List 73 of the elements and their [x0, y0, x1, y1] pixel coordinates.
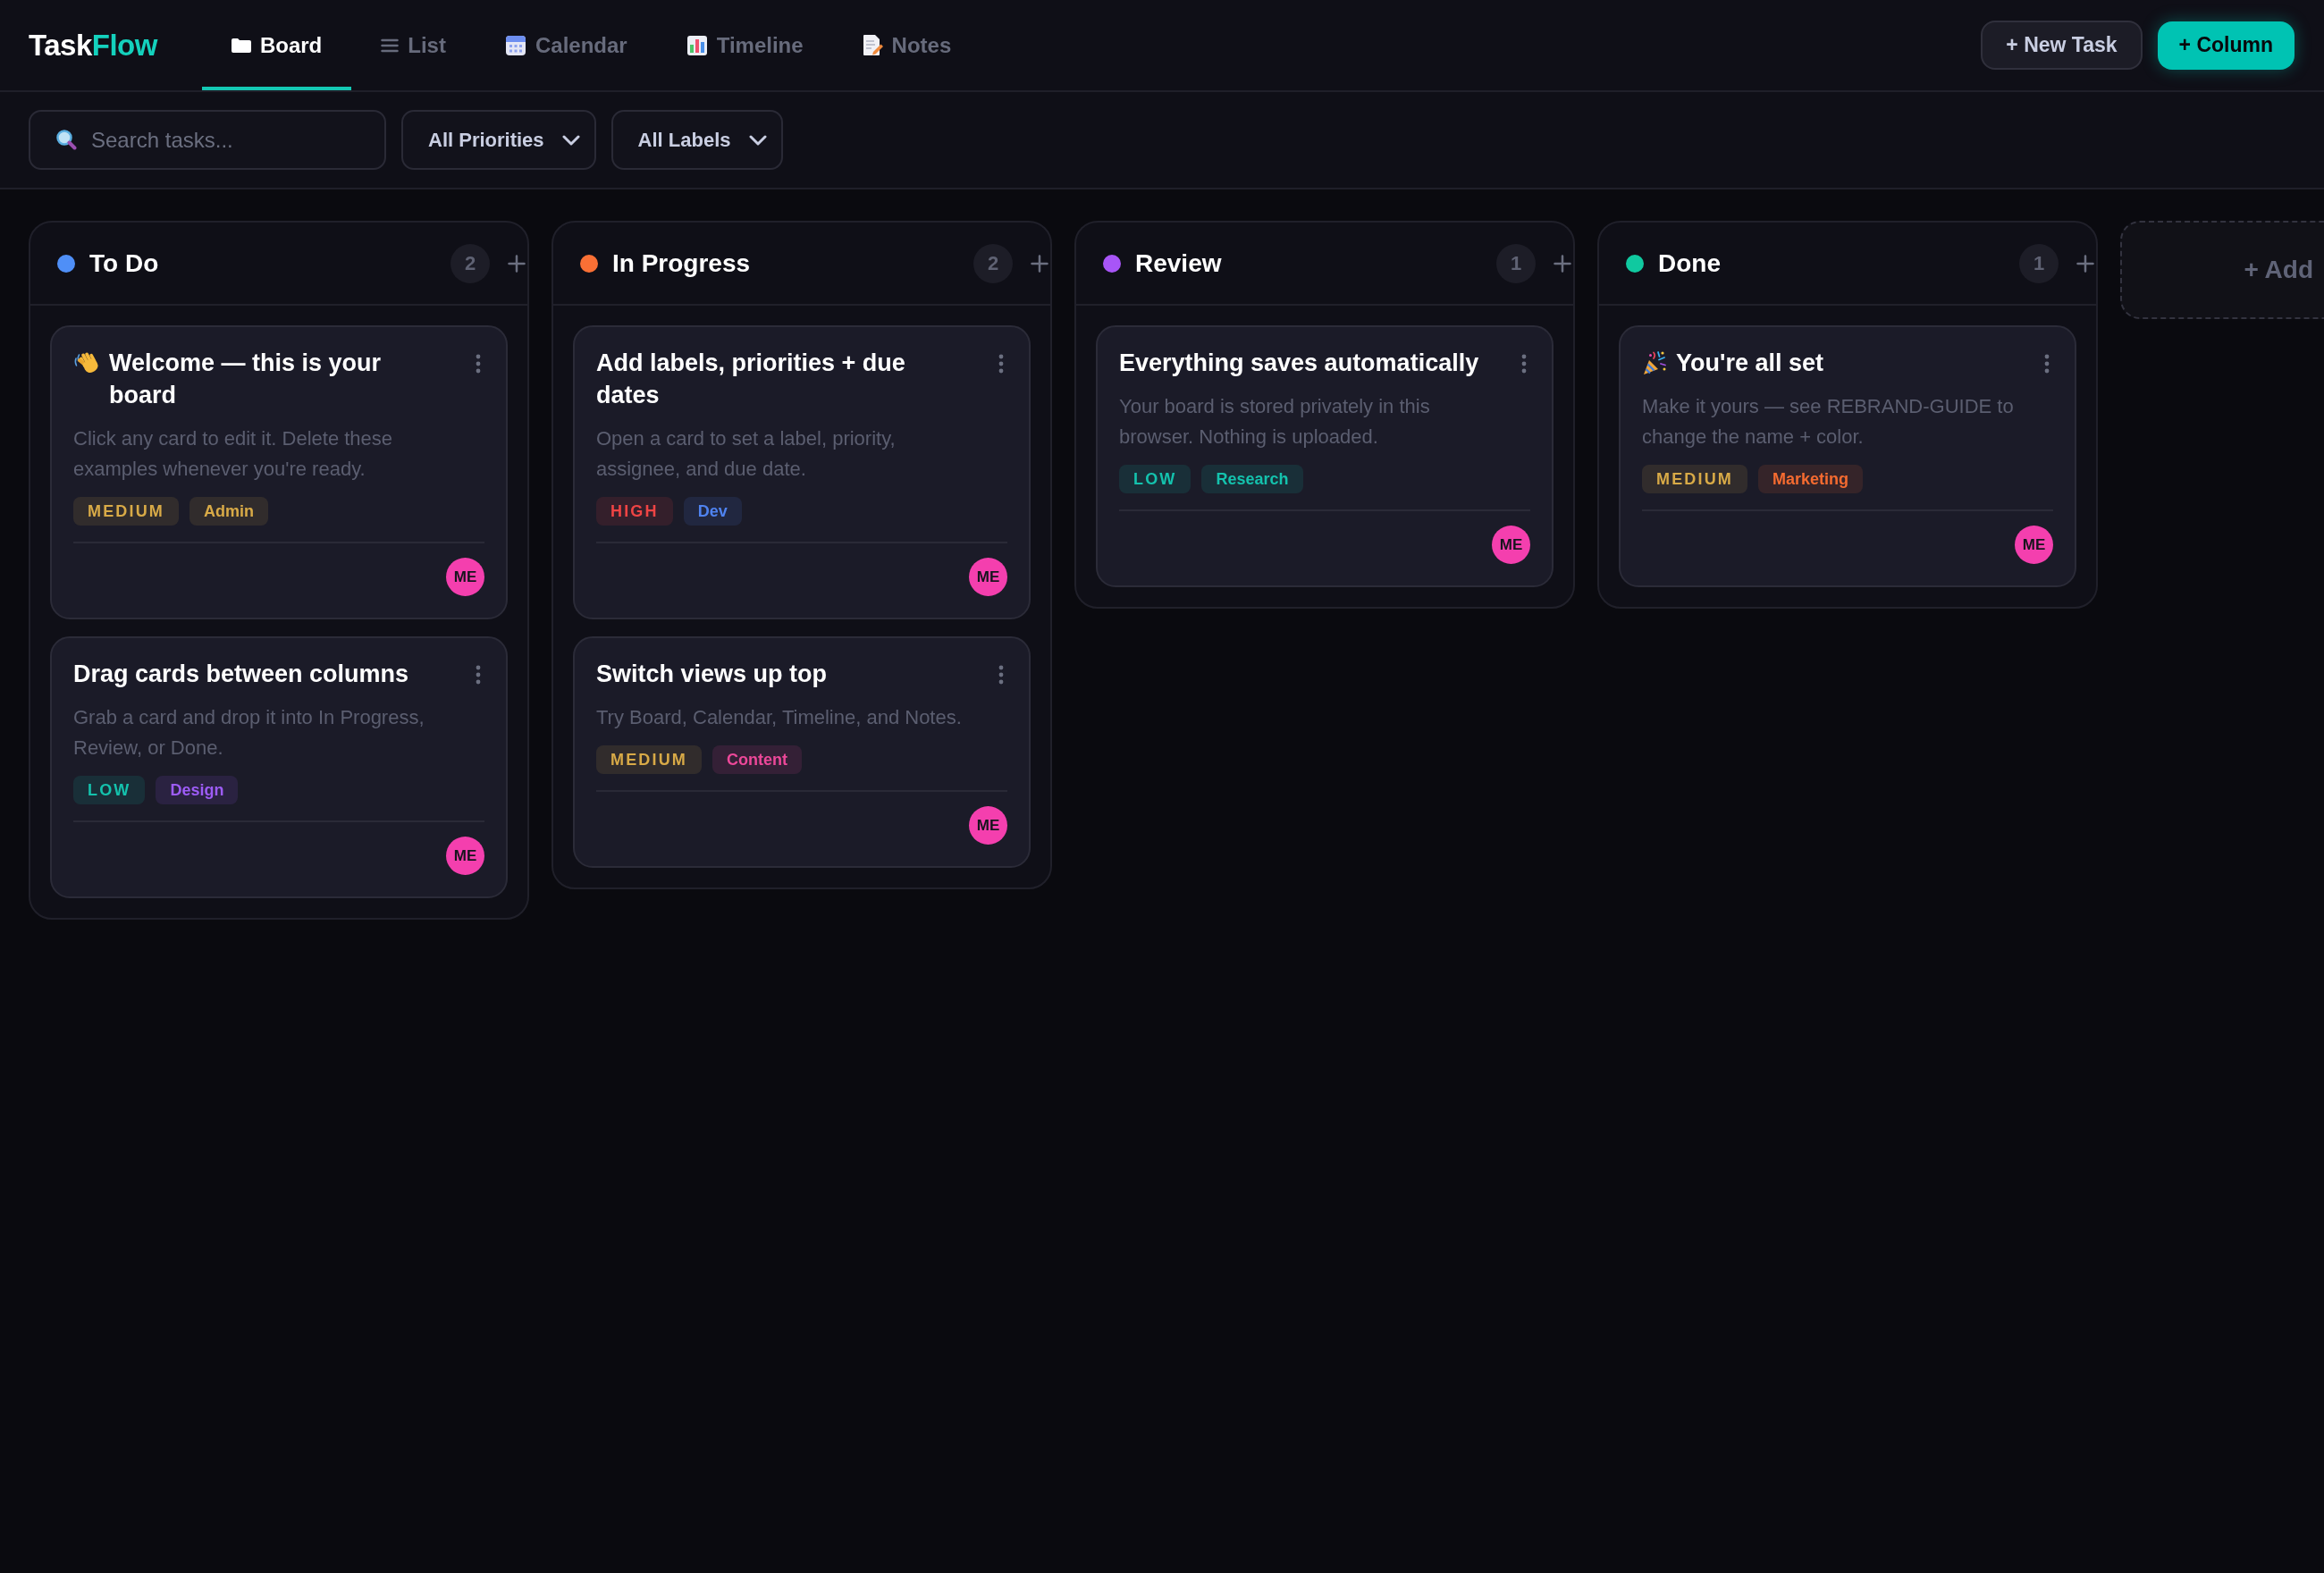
- plus-icon[interactable]: [508, 254, 526, 273]
- label-tag: Research: [1201, 465, 1303, 493]
- priority-tag: MEDIUM: [73, 497, 179, 526]
- more-options-icon[interactable]: [2044, 354, 2050, 374]
- calendar-icon: [504, 34, 526, 56]
- label-tag: Content: [712, 745, 802, 774]
- folder-icon: [231, 37, 251, 54]
- column-title: In Progress: [612, 248, 751, 279]
- card-description: Open a card to set a label, priority, assignee, and due date.: [596, 426, 897, 482]
- assignee-avatar: ME: [2015, 526, 2053, 564]
- list-icon: [381, 38, 400, 53]
- more-options-icon[interactable]: [476, 665, 481, 685]
- card-title: Add labels, priorities + due dates: [596, 349, 906, 410]
- card-title: Switch views up top: [596, 660, 828, 689]
- card-description: Make it yours — see REBRAND-GUIDE to change the name + color.: [1642, 394, 2015, 450]
- add-column-header-button[interactable]: + Column: [2157, 21, 2295, 70]
- card-title: Everything saves automatically: [1119, 349, 1479, 378]
- bar-chart-icon: [686, 34, 708, 56]
- more-options-icon[interactable]: [1521, 354, 1527, 374]
- search-icon: [55, 129, 77, 150]
- card-title: You're all set: [1676, 349, 1823, 378]
- label-tag: Dev: [683, 497, 742, 526]
- view-tab[interactable]: List: [351, 0, 476, 90]
- search-field[interactable]: Search tasks...: [29, 110, 386, 170]
- task-card[interactable]: Switch views up top Try Board, Calendar, Timeline, and Notes. MEDIUM Content ME: [573, 636, 1031, 868]
- label-tag: Admin: [189, 497, 268, 526]
- priority-tag: MEDIUM: [1642, 465, 1747, 493]
- assignee-avatar: ME: [969, 558, 1007, 596]
- task-card[interactable]: Drag cards between columns Grab a card and drop it into In Progress, Review, or Done. LOW Design ME: [50, 636, 508, 898]
- card-description: Your board is stored privately in this browser. Nothing is uploaded.: [1119, 394, 1431, 450]
- card-count: 1: [1496, 243, 1536, 283]
- view-tab[interactable]: Notes: [832, 0, 981, 90]
- filter-dropdown[interactable]: All Priorities: [401, 110, 596, 170]
- priority-tag: MEDIUM: [596, 745, 702, 774]
- plus-icon[interactable]: [1031, 254, 1048, 273]
- plus-icon[interactable]: [2076, 254, 2094, 273]
- priority-tag: LOW: [73, 776, 146, 804]
- app-logo: TaskFlow: [29, 27, 157, 63]
- chevron-down-icon: [561, 134, 580, 146]
- label-tag: Marketing: [1757, 465, 1863, 493]
- label-tag: Design: [156, 776, 239, 804]
- more-options-icon[interactable]: [476, 354, 481, 374]
- plus-icon[interactable]: [1554, 254, 1571, 273]
- more-options-icon[interactable]: [998, 354, 1004, 374]
- more-options-icon[interactable]: [998, 665, 1004, 685]
- card-description: Try Board, Calendar, Timeline, and Notes.: [596, 705, 963, 730]
- task-card[interactable]: Welcome — this is your board Click any card to edit it. Delete these examples whenever you're ready. MEDIUM Admin ME: [50, 325, 508, 619]
- column-title: Done: [1658, 248, 1721, 279]
- card-count: 2: [450, 243, 490, 283]
- assignee-avatar: ME: [1492, 526, 1530, 564]
- column-title: Review: [1135, 248, 1222, 279]
- priority-tag: LOW: [1119, 465, 1191, 493]
- task-card[interactable]: Everything saves automatically Your board is stored privately in this browser. Nothing is uploaded. LOW Research ME: [1096, 325, 1554, 587]
- party-popper-icon: [1642, 350, 1667, 375]
- assignee-avatar: ME: [969, 806, 1007, 845]
- new-task-button[interactable]: + New Task: [1981, 21, 2143, 70]
- card-title: Welcome — this is your board: [109, 349, 383, 410]
- priority-tag: HIGH: [596, 497, 673, 526]
- card-count: 1: [2019, 243, 2059, 283]
- task-card[interactable]: Add labels, priorities + due dates Open a card to set a label, priority, assignee, and due date. HIGH Dev ME: [573, 325, 1031, 619]
- card-count: 2: [973, 243, 1013, 283]
- view-tab[interactable]: Calendar: [475, 0, 657, 90]
- view-tab[interactable]: Timeline: [656, 0, 833, 90]
- card-description: Grab a card and drop it into In Progress, Review, or Done.: [73, 705, 425, 761]
- column-title: To Do: [89, 248, 159, 279]
- assignee-avatar: ME: [446, 558, 484, 596]
- assignee-avatar: ME: [446, 837, 484, 875]
- task-card[interactable]: You're all set Make it yours — see REBRAND-GUIDE to change the name + color. MEDIUM Marketing ME: [1619, 325, 2076, 587]
- memo-icon: [862, 34, 883, 56]
- card-description: Click any card to edit it. Delete these examples whenever you're ready.: [73, 426, 394, 482]
- card-title: Drag cards between columns: [73, 660, 409, 689]
- chevron-down-icon: [748, 134, 767, 146]
- filter-dropdown[interactable]: All Labels: [610, 110, 783, 170]
